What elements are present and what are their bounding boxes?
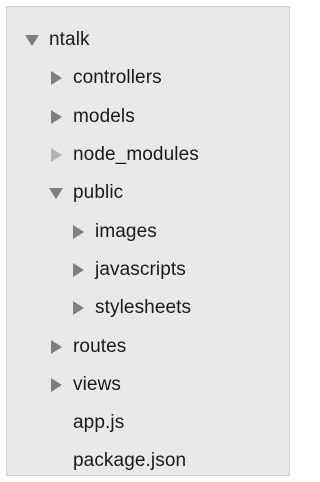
tree-row-label: images xyxy=(95,220,157,242)
tree-row-views[interactable]: views xyxy=(7,366,289,404)
triangle-down-icon[interactable] xyxy=(45,182,67,204)
tree-row-label: javascripts xyxy=(95,258,186,280)
triangle-right-icon[interactable] xyxy=(67,221,89,243)
tree-row-label: routes xyxy=(73,335,127,357)
tree-row-routes[interactable]: routes xyxy=(7,327,289,365)
tree-row-label: package.json xyxy=(73,450,187,472)
file-tree-panel: ntalk controllers models node_modulespublic… xyxy=(6,6,290,476)
file-tree: ntalk controllers models node_modulespublic… xyxy=(7,21,289,481)
tree-row-controllers[interactable]: controllers xyxy=(7,59,289,97)
tree-row-models[interactable]: models xyxy=(7,98,289,136)
tree-row-package-json[interactable]: package.json xyxy=(7,442,289,480)
triangle-down-icon[interactable] xyxy=(21,29,43,51)
triangle-right-icon[interactable] xyxy=(45,106,67,128)
triangle-right-icon[interactable] xyxy=(45,374,67,396)
triangle-right-icon[interactable] xyxy=(67,259,89,281)
tree-row-images[interactable]: images xyxy=(7,212,289,250)
triangle-right-icon[interactable] xyxy=(45,336,67,358)
tree-row-label: models xyxy=(73,105,135,127)
tree-row-label: stylesheets xyxy=(95,297,192,319)
triangle-right-icon[interactable] xyxy=(45,67,67,89)
tree-row-label: ntalk xyxy=(49,29,90,51)
tree-row-label: views xyxy=(73,373,122,395)
tree-row-label: app.js xyxy=(73,412,125,434)
tree-row-javascripts[interactable]: javascripts xyxy=(7,251,289,289)
tree-row-app-js[interactable]: app.js xyxy=(7,404,289,442)
tree-row-label: public xyxy=(73,182,124,204)
tree-row-stylesheets[interactable]: stylesheets xyxy=(7,289,289,327)
tree-row-ntalk[interactable]: ntalk xyxy=(7,21,289,59)
triangle-right-icon[interactable] xyxy=(67,297,89,319)
tree-row-public[interactable]: public xyxy=(7,174,289,212)
triangle-right-icon[interactable] xyxy=(45,144,67,166)
tree-row-label: controllers xyxy=(73,67,162,89)
tree-row-label: node_modules xyxy=(73,144,199,166)
tree-row-node-modules[interactable]: node_modules xyxy=(7,136,289,174)
